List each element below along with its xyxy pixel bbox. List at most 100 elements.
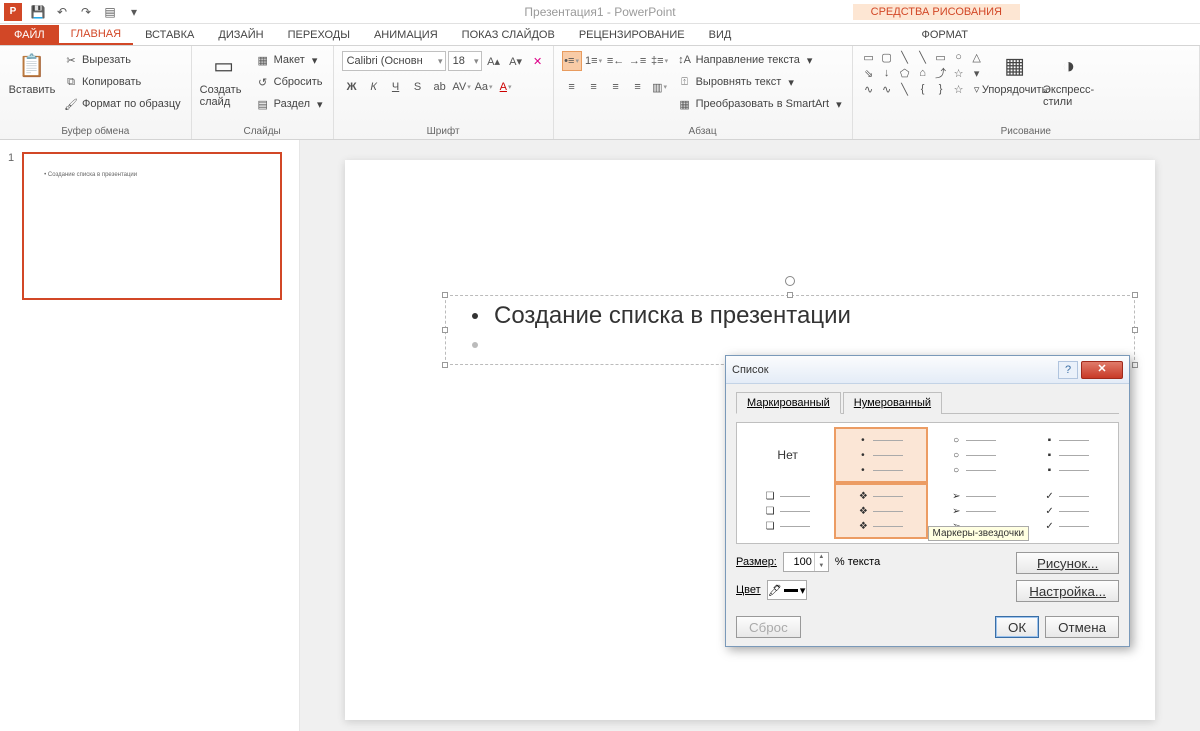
qat-customize-icon[interactable]: ▾ <box>126 4 142 20</box>
new-slide-label: Создать слайд <box>200 84 248 108</box>
tab-review[interactable]: РЕЦЕНЗИРОВАНИЕ <box>567 26 697 44</box>
undo-icon[interactable]: ↶ <box>54 4 70 20</box>
dialog-titlebar[interactable]: Список ? ✕ <box>726 356 1129 384</box>
save-icon[interactable]: 💾 <box>30 4 46 20</box>
strike-button[interactable]: S <box>408 77 428 97</box>
paste-button[interactable]: 📋 Вставить <box>8 50 56 96</box>
resize-handle[interactable] <box>1132 327 1138 333</box>
shadow-button[interactable]: ab <box>430 77 450 97</box>
title-bar: P 💾 ↶ ↷ ▤ ▾ Презентация1 - PowerPoint СР… <box>0 0 1200 24</box>
redo-icon[interactable]: ↷ <box>78 4 94 20</box>
cut-button[interactable]: ✂Вырезать <box>62 50 183 70</box>
reset-button[interactable]: ↺Сбросить <box>254 72 325 92</box>
new-slide-icon: ▭ <box>208 50 240 82</box>
help-button[interactable]: ? <box>1058 361 1078 379</box>
section-button[interactable]: ▤Раздел ▾ <box>254 94 325 114</box>
tab-animations[interactable]: АНИМАЦИЯ <box>362 26 450 44</box>
ok-button[interactable]: ОК <box>995 616 1039 638</box>
resize-handle[interactable] <box>442 362 448 368</box>
smartart-button[interactable]: ▦Преобразовать в SmartArt ▾ <box>676 94 844 114</box>
start-slideshow-icon[interactable]: ▤ <box>102 4 118 20</box>
bullet-option-check[interactable]: ✓ ✓ ✓ <box>1021 483 1114 539</box>
char-spacing-button[interactable]: AV <box>452 77 472 97</box>
size-spinner[interactable]: ▲▼ <box>783 552 829 572</box>
align-right-button[interactable]: ≡ <box>606 77 626 97</box>
tab-insert[interactable]: ВСТАВКА <box>133 26 206 44</box>
align-center-button[interactable]: ≡ <box>584 77 604 97</box>
clear-format-icon[interactable]: ✕ <box>528 51 548 71</box>
cut-icon: ✂ <box>64 53 78 67</box>
numbering-button[interactable]: 1≡ <box>584 51 604 71</box>
resize-handle[interactable] <box>1132 362 1138 368</box>
rotate-handle[interactable] <box>785 276 795 286</box>
line-spacing-button[interactable]: ‡≡ <box>650 51 670 71</box>
reset-button: Сброс <box>736 616 801 638</box>
bullet-option-hollow-square[interactable]: ❏ ❏ ❏ <box>741 483 834 539</box>
resize-handle[interactable] <box>1132 292 1138 298</box>
text-direction-button[interactable]: ↕AНаправление текста ▾ <box>676 50 844 70</box>
slide-thumbnail[interactable]: • Создание списка в презентации <box>22 152 282 300</box>
increase-indent-button[interactable]: →≡ <box>628 51 648 71</box>
font-name-combo[interactable]: Calibri (Основн <box>342 51 446 71</box>
spin-up-icon[interactable]: ▲ <box>815 553 828 562</box>
quick-styles-icon: ◑ <box>1053 50 1085 82</box>
color-picker-button[interactable]: 🖊▾ <box>767 580 807 600</box>
increase-font-icon[interactable]: A▴ <box>484 51 504 71</box>
color-swatch <box>784 589 798 592</box>
resize-handle[interactable] <box>442 327 448 333</box>
arrange-button[interactable]: ▦ Упорядочить <box>991 50 1039 96</box>
font-size-combo[interactable]: 18 <box>448 51 482 71</box>
align-left-button[interactable]: ≡ <box>562 77 582 97</box>
italic-button[interactable]: К <box>364 77 384 97</box>
tab-numbered[interactable]: Нумерованный <box>843 392 942 414</box>
tab-file[interactable]: ФАЙЛ <box>0 25 59 45</box>
bold-button[interactable]: Ж <box>342 77 362 97</box>
decrease-font-icon[interactable]: A▾ <box>506 51 526 71</box>
picture-button[interactable]: Рисунок... <box>1016 552 1119 574</box>
spin-down-icon[interactable]: ▼ <box>815 562 828 571</box>
tab-home[interactable]: ГЛАВНАЯ <box>59 25 133 45</box>
bullet-icon <box>472 313 478 319</box>
align-text-button[interactable]: ⍐Выровнять текст ▾ <box>676 72 844 92</box>
justify-button[interactable]: ≡ <box>628 77 648 97</box>
bullets-button[interactable]: •≡ <box>562 51 582 71</box>
section-icon: ▤ <box>256 97 270 111</box>
format-painter-button[interactable]: 🖌Формат по образцу <box>62 94 183 114</box>
resize-handle[interactable] <box>442 292 448 298</box>
bullet-option-square[interactable]: ▪ ▪ ▪ <box>1021 427 1114 483</box>
slide-panel[interactable]: 1 • Создание списка в презентации <box>0 140 300 731</box>
bullet-option-diamond[interactable]: ❖ ❖ ❖ <box>834 483 927 539</box>
tab-design[interactable]: ДИЗАЙН <box>206 26 275 44</box>
smartart-icon: ▦ <box>678 97 692 111</box>
tab-bulleted[interactable]: Маркированный <box>736 392 841 414</box>
font-color-button[interactable]: A <box>496 77 516 97</box>
bullet-option-circle[interactable]: ○ ○ ○ <box>928 427 1021 483</box>
bullet-option-arrow[interactable]: ➢ ➢ ➢ Маркеры-звездочки <box>928 483 1021 539</box>
bullet-text[interactable]: Создание списка в презентации <box>494 302 851 330</box>
underline-button[interactable]: Ч <box>386 77 406 97</box>
align-text-icon: ⍐ <box>678 75 692 89</box>
close-button[interactable]: ✕ <box>1081 361 1123 379</box>
bullet-option-disc[interactable]: • • • <box>834 427 927 483</box>
tab-slideshow[interactable]: ПОКАЗ СЛАЙДОВ <box>450 26 567 44</box>
decrease-indent-button[interactable]: ≡← <box>606 51 626 71</box>
size-input[interactable] <box>784 553 814 571</box>
tab-view[interactable]: ВИД <box>697 26 744 44</box>
group-label-drawing: Рисование <box>861 124 1191 137</box>
bullet-option-none[interactable]: Нет <box>741 427 834 483</box>
resize-handle[interactable] <box>787 292 793 298</box>
tab-transitions[interactable]: ПЕРЕХОДЫ <box>276 26 362 44</box>
group-font: Calibri (Основн 18 A▴ A▾ ✕ Ж К Ч S ab AV… <box>334 46 554 139</box>
quick-styles-button[interactable]: ◑ Экспресс-стили <box>1045 50 1093 108</box>
copy-button[interactable]: ⧉Копировать <box>62 72 183 92</box>
brush-icon: 🖌 <box>64 97 78 111</box>
tab-format[interactable]: ФОРМАТ <box>910 26 981 44</box>
shape-gallery[interactable]: ▭▢╲╲▭○△ ⇘↓⬠⌂⤴☆▾ ∿∿╲{}☆▿ <box>861 50 985 96</box>
cancel-button[interactable]: Отмена <box>1045 616 1119 638</box>
dialog-tabs: Маркированный Нумерованный <box>736 392 1119 414</box>
change-case-button[interactable]: Aa <box>474 77 494 97</box>
new-slide-button[interactable]: ▭ Создать слайд <box>200 50 248 108</box>
columns-button[interactable]: ▥ <box>650 77 670 97</box>
layout-button[interactable]: ▦Макет ▾ <box>254 50 325 70</box>
customize-button[interactable]: Настройка... <box>1016 580 1119 602</box>
